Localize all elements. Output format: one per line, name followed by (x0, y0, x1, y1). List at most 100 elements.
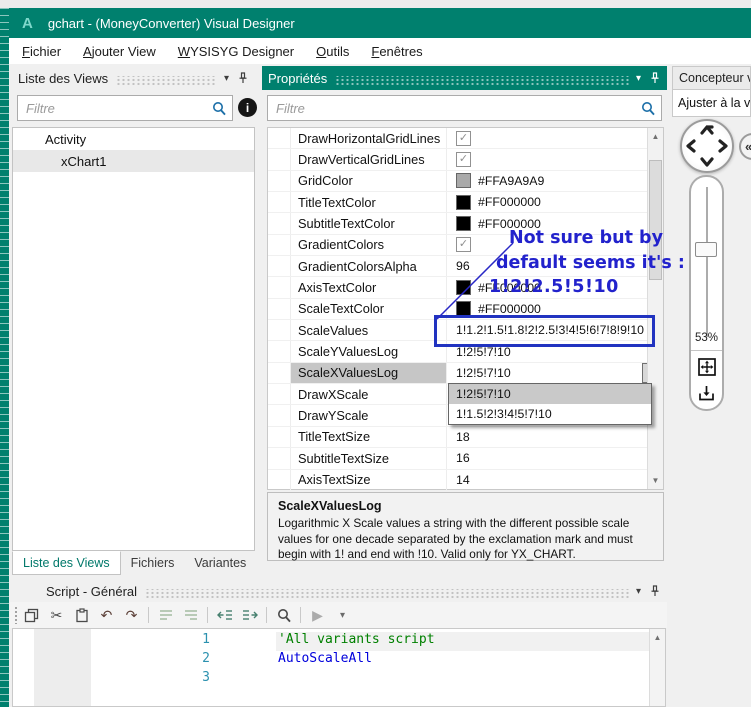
menu-item-outils[interactable]: Outils (305, 38, 360, 64)
shift-right-icon[interactable] (237, 604, 262, 626)
designer-panel-header: Concepteur v (672, 66, 751, 90)
pin-icon[interactable] (238, 72, 248, 84)
color-swatch (456, 216, 471, 232)
script-panel-header: Script - Général ▾ (10, 580, 667, 602)
fit-to-view-button[interactable]: Ajuster à la va (672, 90, 751, 117)
editor-scrollbar[interactable]: ▲ (649, 629, 665, 706)
property-label[interactable]: DrawXScale (291, 384, 447, 405)
property-label[interactable]: ScaleYValuesLog (291, 341, 447, 362)
fit-page-button[interactable] (696, 356, 717, 378)
dropdown-item[interactable]: 1!2!5!7!10 (449, 384, 651, 404)
code-line[interactable]: 1 'All variants script (13, 632, 654, 651)
tree-item-xchart1[interactable]: xChart1 (13, 150, 254, 172)
zoom-slider: 53% (689, 175, 724, 411)
tab-variantes[interactable]: Variantes (184, 551, 256, 575)
property-grid: DrawHorizontalGridLines ✓ DrawVerticalGrid… (267, 127, 664, 491)
undo-icon[interactable]: ↶ (94, 604, 119, 626)
property-label[interactable]: DrawYScale (291, 405, 447, 426)
dropdown-item[interactable]: 1!1.5!2!3!4!5!7!10 (449, 404, 651, 424)
info-icon[interactable]: i (238, 98, 257, 117)
checkbox-icon[interactable]: ✓ (456, 152, 471, 168)
visual-designer-panel: Concepteur v Ajuster à la va « 53% (672, 66, 751, 646)
search-icon[interactable] (271, 604, 296, 626)
code-line[interactable]: 2 AutoScaleAll (13, 651, 649, 670)
pan-control[interactable] (680, 119, 734, 173)
property-indent (268, 192, 291, 213)
property-label[interactable]: TitleTextColor (291, 192, 447, 213)
property-label[interactable]: AxisTextColor (291, 277, 447, 298)
property-label[interactable]: GradientColorsAlpha (291, 256, 447, 277)
cut-icon[interactable]: ✂ (44, 604, 69, 626)
property-label[interactable]: AxisTextSize (291, 469, 447, 490)
play-icon[interactable]: ▶ (305, 604, 330, 626)
property-label[interactable]: GradientColors (291, 234, 447, 256)
scroll-up-icon[interactable]: ▲ (648, 132, 663, 141)
property-description-title: ScaleXValuesLog (278, 499, 382, 513)
properties-filter-input[interactable] (268, 96, 661, 120)
indent-left-icon[interactable] (153, 604, 178, 626)
copy-icon[interactable] (19, 604, 44, 626)
property-label[interactable]: ScaleTextColor (291, 298, 447, 320)
property-label[interactable]: DrawVerticalGridLines (291, 149, 447, 170)
property-indent (268, 320, 291, 341)
property-indent (268, 149, 291, 170)
redo-icon[interactable]: ↷ (119, 604, 144, 626)
scroll-up-icon[interactable]: ▲ (650, 633, 665, 642)
line-number: 2 (202, 651, 210, 666)
property-value[interactable]: 1!2!5!7!10▾ (447, 362, 663, 384)
menu-item-ajouter-view[interactable]: Ajouter View (72, 38, 167, 64)
chevron-down-icon[interactable]: ▾ (636, 73, 641, 84)
title-bar: A gchart - (MoneyConverter) Visual Desig… (9, 8, 751, 38)
checkbox-icon[interactable]: ✓ (456, 237, 471, 253)
overflow-icon[interactable]: ▾ (330, 604, 355, 626)
property-indent (268, 234, 291, 256)
menu-item-fenêtres[interactable]: Fenêtres (360, 38, 433, 64)
code-line[interactable]: 3 (13, 670, 649, 689)
zoom-slider-thumb[interactable] (695, 242, 717, 257)
menu-item-fichier[interactable]: Fichier (11, 38, 72, 64)
collapse-chevrons-icon[interactable]: « (739, 133, 751, 160)
zoom-slider-track[interactable] (706, 187, 708, 337)
export-view-button[interactable] (696, 383, 717, 403)
pin-icon[interactable] (650, 72, 660, 84)
tab-fichiers[interactable]: Fichiers (121, 551, 185, 575)
property-value[interactable]: ✓ (447, 149, 663, 169)
property-row: DrawHorizontalGridLines ✓ (268, 128, 663, 150)
property-label[interactable]: GridColor (291, 170, 447, 192)
indent-right-icon[interactable] (178, 604, 203, 626)
views-filter-box (17, 95, 233, 121)
property-row: GridColor#FFA9A9A9▾ (268, 170, 663, 193)
properties-scrollbar[interactable]: ▲ ▼ (647, 128, 663, 489)
views-filter-input[interactable] (18, 96, 232, 120)
menu-item-wysisyg-designer[interactable]: W YSISYG Designer (167, 38, 305, 64)
search-icon (212, 101, 226, 121)
shift-left-icon[interactable] (212, 604, 237, 626)
property-label[interactable]: SubtitleTextColor (291, 213, 447, 234)
tab-liste-des-views[interactable]: Liste des Views (12, 551, 121, 575)
property-label[interactable]: DrawHorizontalGridLines (291, 128, 447, 149)
chevron-down-icon[interactable]: ▾ (224, 73, 229, 84)
property-label[interactable]: TitleTextSize (291, 426, 447, 448)
color-swatch (456, 173, 471, 189)
property-row: SubtitleTextSize 16 (268, 448, 663, 470)
property-label[interactable]: SubtitleTextSize (291, 448, 447, 469)
property-value[interactable]: ✓ (447, 128, 663, 148)
chevron-down-icon[interactable]: ▾ (636, 586, 641, 597)
property-label[interactable]: ScaleValues (291, 320, 447, 341)
property-value[interactable]: 18 (447, 427, 663, 447)
property-row: TitleTextColor#FF000000▾ (268, 192, 663, 214)
property-value[interactable]: #FFA9A9A9▾ (447, 171, 663, 191)
property-value[interactable]: 16 (447, 448, 663, 468)
tree-item-activity[interactable]: Activity (13, 128, 254, 150)
paste-icon[interactable] (69, 604, 94, 626)
property-indent (268, 362, 291, 384)
property-description-text: Logarithmic X Scale values a string with… (278, 516, 633, 561)
scroll-down-icon[interactable]: ▼ (648, 476, 663, 485)
property-value-text: #FF000000 (478, 195, 541, 210)
pin-icon[interactable] (650, 585, 660, 597)
checkbox-icon[interactable]: ✓ (456, 130, 471, 146)
script-editor[interactable]: 1 'All variants script 2 AutoScaleAll 3 ▲ (12, 628, 666, 707)
property-value[interactable]: #FF000000▾ (447, 192, 663, 212)
property-value[interactable]: 14 (447, 470, 663, 490)
property-label[interactable]: ScaleXValuesLog (291, 362, 447, 384)
